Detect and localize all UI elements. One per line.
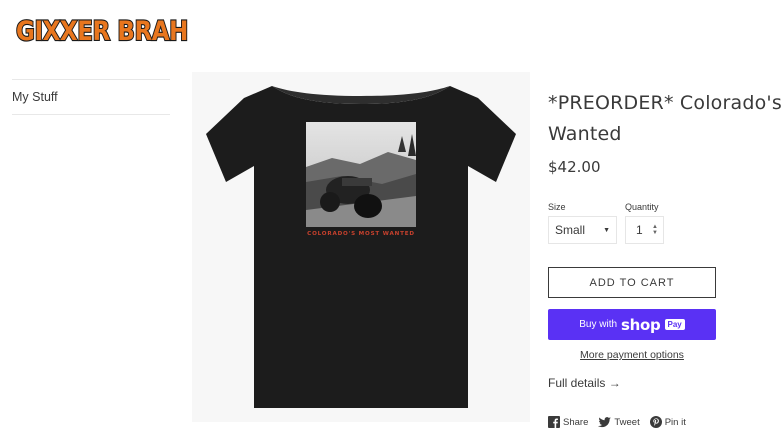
- quantity-label: Quantity: [625, 202, 659, 212]
- share-pinterest[interactable]: Pin it: [649, 416, 686, 428]
- product-price: $42.00: [548, 158, 601, 176]
- share-twitter[interactable]: Tweet: [598, 416, 640, 428]
- chevron-down-icon: ▼: [603, 226, 610, 234]
- logo-text: GIXXER BRAH: [16, 16, 188, 47]
- shirt-print-caption: COLORADO'S MOST WANTED: [307, 231, 415, 237]
- quantity-option: Quantity 1 ▲ ▼: [625, 202, 664, 244]
- shop-pay-buy-with: Buy with: [579, 319, 618, 330]
- add-to-cart-button[interactable]: ADD TO CART: [548, 267, 716, 298]
- size-value: Small: [555, 223, 586, 237]
- quantity-value: 1: [636, 223, 643, 237]
- twitter-icon: [598, 416, 612, 427]
- sidebar-nav: My Stuff: [12, 79, 170, 115]
- quantity-stepper[interactable]: 1 ▲ ▼: [625, 216, 664, 244]
- size-label: Size: [548, 202, 566, 212]
- more-payment-options-link[interactable]: More payment options: [548, 349, 716, 361]
- shop-pay-button[interactable]: Buy with shop Pay: [548, 309, 716, 340]
- tshirt-illustration: COLORADO'S MOST WANTED: [206, 86, 516, 408]
- share-facebook[interactable]: Share: [548, 416, 588, 428]
- sidebar-item-my-stuff[interactable]: My Stuff: [12, 90, 58, 104]
- size-option: Size Small ▼: [548, 202, 617, 244]
- product-title: *PREORDER* Colorado's Wanted: [548, 88, 782, 150]
- shop-logo: shop: [621, 315, 661, 334]
- product-options: Size Small ▼ Quantity 1 ▲ ▼: [548, 202, 664, 244]
- pin-label: Pin it: [664, 416, 686, 428]
- product-image[interactable]: COLORADO'S MOST WANTED: [192, 72, 530, 422]
- share-label: Share: [563, 416, 589, 428]
- stepper-arrows-icon[interactable]: ▲ ▼: [652, 224, 658, 236]
- full-details-link[interactable]: Full details →: [548, 376, 621, 390]
- size-select[interactable]: Small ▼: [548, 216, 617, 244]
- product-title-line2: Wanted: [548, 123, 622, 145]
- tweet-label: Tweet: [614, 416, 640, 428]
- product-info: *PREORDER* Colorado's Wanted $42.00: [548, 88, 782, 176]
- logo-wordmark: GIXXER BRAH: [15, 15, 190, 48]
- store-logo[interactable]: GIXXER BRAH: [12, 8, 190, 50]
- shirt-print-photo: [306, 122, 416, 227]
- product-title-line1: *PREORDER* Colorado's: [548, 92, 782, 114]
- social-share: Share Tweet Pin it: [548, 416, 686, 428]
- pay-badge: Pay: [664, 319, 685, 330]
- pinterest-icon: [649, 416, 662, 428]
- facebook-icon: [548, 416, 560, 428]
